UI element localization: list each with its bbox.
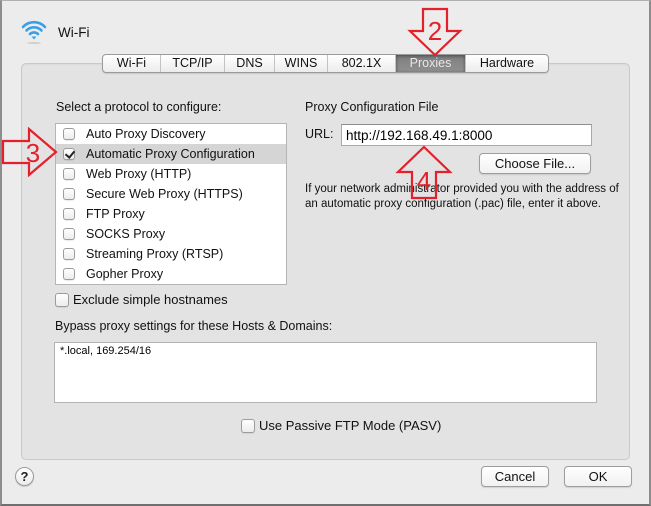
proxy-config-help-text: If your network administrator provided y… [305,183,619,210]
help-button[interactable]: ? [15,467,34,486]
protocol-label: Gopher Proxy [86,267,164,281]
protocol-row-auto-discovery[interactable]: Auto Proxy Discovery [56,124,286,144]
protocol-row-web-proxy[interactable]: Web Proxy (HTTP) [56,164,286,184]
protocol-checkbox[interactable] [63,208,75,220]
passive-ftp-option[interactable]: Use Passive FTP Mode (PASV) [241,418,441,433]
annotation-number: 2 [428,16,442,46]
protocol-label: Automatic Proxy Configuration [86,147,255,161]
url-label: URL: [305,127,334,141]
protocol-row-socks-proxy[interactable]: SOCKS Proxy [56,224,286,244]
annotation-arrow-down: 2 [407,7,463,57]
protocol-label: Web Proxy (HTTP) [86,167,192,181]
tab-dns[interactable]: DNS [225,55,275,72]
tab-proxies[interactable]: Proxies [396,55,466,72]
protocol-label: Streaming Proxy (RTSP) [86,247,224,261]
tab-bar: Wi-Fi TCP/IP DNS WINS 802.1X Proxies Har… [102,54,549,73]
wifi-icon [20,17,48,48]
protocol-checkbox[interactable] [63,168,75,180]
exclude-simple-hostnames[interactable]: Exclude simple hostnames [55,292,228,307]
protocol-checkbox[interactable] [63,248,75,260]
tab-hardware[interactable]: Hardware [466,55,548,72]
protocol-label: FTP Proxy [86,207,145,221]
protocol-checkbox[interactable] [63,268,75,280]
proxy-config-heading: Proxy Configuration File [305,100,439,114]
window-header: Wi-Fi [20,18,89,46]
ok-button[interactable]: OK [564,466,632,487]
protocol-checkbox[interactable] [63,128,75,140]
cancel-button[interactable]: Cancel [481,466,549,487]
protocol-row-streaming-proxy[interactable]: Streaming Proxy (RTSP) [56,244,286,264]
window-title: Wi-Fi [58,24,90,40]
bypass-hosts-input[interactable]: *.local, 169.254/16 [54,342,597,403]
protocol-list-heading: Select a protocol to configure: [56,100,222,114]
protocol-checkbox[interactable] [63,228,75,240]
tab-8021x[interactable]: 802.1X [328,55,396,72]
protocol-row-auto-config[interactable]: Automatic Proxy Configuration [56,144,286,164]
passive-ftp-checkbox[interactable] [241,418,255,433]
protocol-row-secure-web-proxy[interactable]: Secure Web Proxy (HTTPS) [56,184,286,204]
choose-file-button[interactable]: Choose File... [479,153,591,174]
exclude-simple-hostnames-checkbox[interactable] [55,292,69,307]
bypass-label: Bypass proxy settings for these Hosts & … [55,319,333,333]
protocol-label: Secure Web Proxy (HTTPS) [86,187,243,201]
exclude-simple-hostnames-label: Exclude simple hostnames [73,292,228,307]
url-input[interactable] [341,124,592,146]
protocol-row-ftp-proxy[interactable]: FTP Proxy [56,204,286,224]
passive-ftp-label: Use Passive FTP Mode (PASV) [259,418,442,433]
protocol-label: Auto Proxy Discovery [86,127,206,141]
protocol-label: SOCKS Proxy [86,227,166,241]
protocol-list[interactable]: Auto Proxy Discovery Automatic Proxy Con… [55,123,287,285]
protocol-checkbox[interactable] [63,188,75,200]
protocol-row-gopher-proxy[interactable]: Gopher Proxy [56,264,286,284]
tab-wins[interactable]: WINS [275,55,328,72]
tab-wifi[interactable]: Wi-Fi [103,55,161,72]
protocol-checkbox[interactable] [63,148,75,160]
tab-tcpip[interactable]: TCP/IP [161,55,225,72]
